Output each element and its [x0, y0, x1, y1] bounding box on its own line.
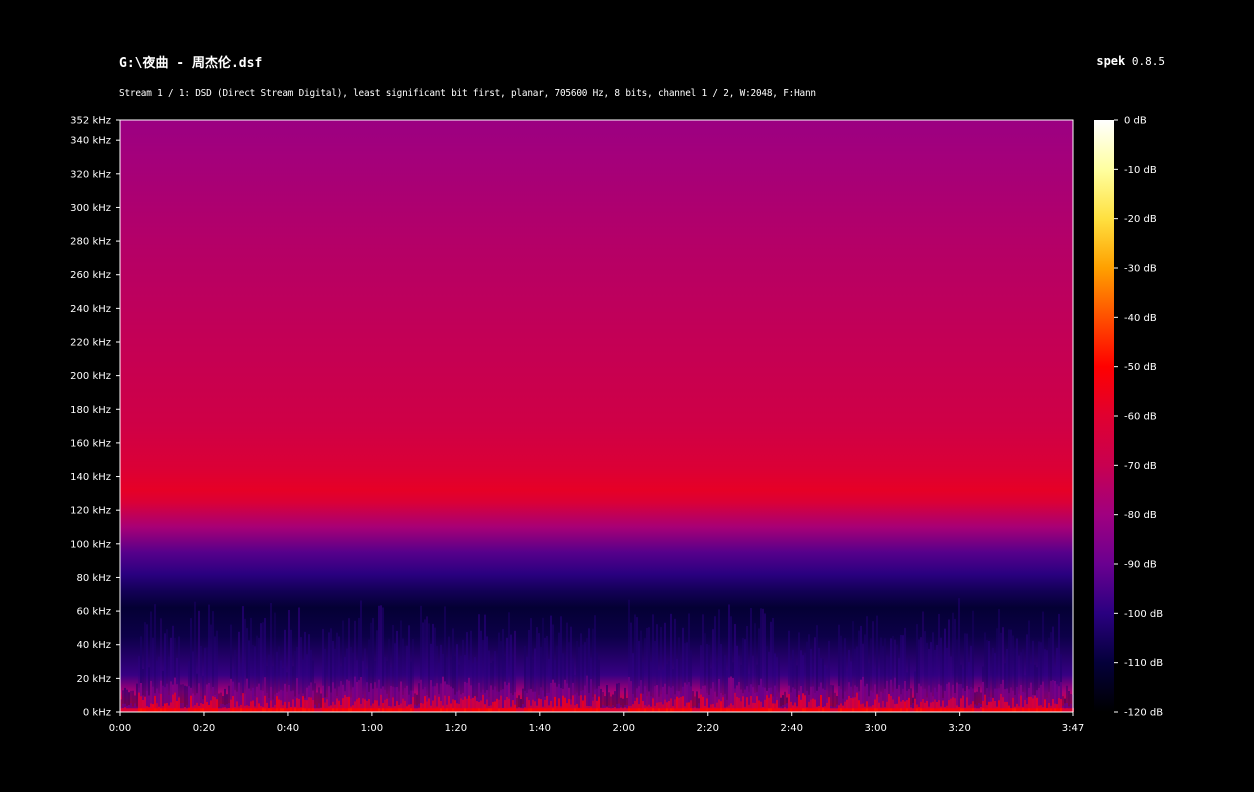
y-tick-label: 352 kHz: [70, 116, 111, 127]
y-tick-label: 0 kHz: [83, 708, 111, 719]
color-scale: 0 dB -10 dB -20 dB -30 dB -40 dB -50 dB -60 dB…: [1094, 116, 1163, 719]
y-tick-label: 20 kHz: [77, 674, 111, 685]
y-tick-label: 240 kHz: [70, 304, 111, 315]
spectrogram-chart: 0 kHz 20 kHz 40 kHz 60 kHz 80 kHz 100 kHz 120 …: [70, 116, 1163, 735]
y-tick-label: 40 kHz: [77, 640, 111, 651]
y-tick-label: 160 kHz: [70, 438, 111, 449]
scale-tick-label: -120 dB: [1124, 708, 1163, 719]
x-tick-label: 0:40: [277, 723, 299, 734]
scale-tick-label: -40 dB: [1124, 313, 1157, 324]
spectrogram-window: G:\夜曲 - 周杰伦.dsf spek 0.8.5 Stream 1 / 1:…: [0, 0, 1254, 792]
spectrogram-plot: [120, 120, 1074, 712]
color-scale-bar: [1094, 120, 1114, 712]
scale-tick-label: 0 dB: [1124, 116, 1147, 127]
x-tick-label: 1:00: [361, 723, 383, 734]
scale-tick-label: -110 dB: [1124, 658, 1163, 669]
y-tick-label: 220 kHz: [70, 338, 111, 349]
x-tick-label: 3:47: [1062, 723, 1084, 734]
y-tick-label: 340 kHz: [70, 136, 111, 147]
y-tick-label: 320 kHz: [70, 169, 111, 180]
x-tick-label: 2:00: [613, 723, 635, 734]
x-tick-label: 0:00: [109, 723, 131, 734]
y-tick-label: 200 kHz: [70, 371, 111, 382]
y-tick-label: 100 kHz: [70, 539, 111, 550]
x-tick-label: 3:20: [948, 723, 970, 734]
scale-tick-label: -90 dB: [1124, 560, 1157, 571]
scale-tick-label: -10 dB: [1124, 165, 1157, 176]
y-tick-label: 300 kHz: [70, 203, 111, 214]
x-tick-label: 1:20: [445, 723, 467, 734]
y-tick-label: 120 kHz: [70, 506, 111, 517]
scale-tick-label: -30 dB: [1124, 264, 1157, 275]
x-tick-label: 3:00: [864, 723, 886, 734]
y-tick-label: 280 kHz: [70, 237, 111, 248]
x-tick-label: 1:40: [529, 723, 551, 734]
scale-tick-label: -70 dB: [1124, 461, 1157, 472]
x-tick-label: 2:40: [780, 723, 802, 734]
scale-tick-label: -100 dB: [1124, 609, 1163, 620]
y-tick-label: 180 kHz: [70, 405, 111, 416]
scale-tick-label: -60 dB: [1124, 412, 1157, 423]
scale-tick-label: -20 dB: [1124, 214, 1157, 225]
y-tick-label: 140 kHz: [70, 472, 111, 483]
scale-tick-label: -80 dB: [1124, 510, 1157, 521]
x-tick-label: 2:20: [697, 723, 719, 734]
y-tick-label: 60 kHz: [77, 607, 111, 618]
y-tick-label: 260 kHz: [70, 270, 111, 281]
y-tick-label: 80 kHz: [77, 573, 111, 584]
x-tick-label: 0:20: [193, 723, 215, 734]
scale-tick-label: -50 dB: [1124, 362, 1157, 373]
